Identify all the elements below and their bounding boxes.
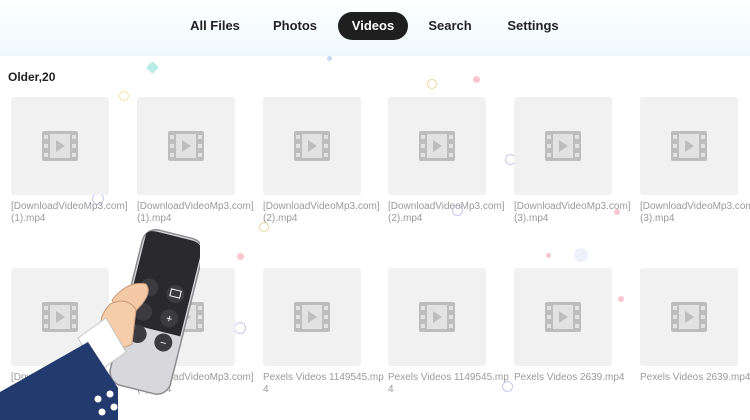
tab-videos[interactable]: Videos [338, 12, 408, 40]
video-thumbnail[interactable] [137, 97, 235, 195]
video-thumbnail[interactable] [640, 97, 738, 195]
tv-remote-icon: + − [0, 228, 204, 420]
decorative-dot [119, 91, 129, 101]
video-thumbnail[interactable] [388, 97, 486, 195]
tab-settings[interactable]: Settings [498, 12, 568, 40]
decorative-dot [234, 322, 246, 334]
video-filename: [DownloadVideoMp3.com] (2).mp4 [263, 201, 380, 224]
film-icon [294, 302, 330, 332]
video-filename: [DownloadVideoMp3.com] (3).mp4 [514, 201, 631, 224]
tab-bar: All Files Photos Videos Search Settings [0, 12, 750, 40]
video-filename: [DownloadVideoMp3.com] (3).mp4 [640, 201, 750, 224]
decorative-dot [427, 79, 437, 89]
video-thumbnail[interactable] [514, 97, 612, 195]
tab-search[interactable]: Search [420, 12, 480, 40]
video-filename: [DownloadVideoMp3.com] (2).mp4 [388, 201, 505, 224]
video-thumbnail[interactable] [514, 268, 612, 366]
decorative-dot [546, 253, 551, 258]
decorative-dot [618, 296, 624, 302]
decorative-dot [237, 253, 244, 260]
video-filename: [DownloadVideoMp3.com] (1).mp4 [11, 201, 128, 224]
section-title: Older,20 [8, 70, 56, 84]
film-icon [419, 131, 455, 161]
decorative-dot [327, 56, 332, 61]
decorative-dot [146, 61, 159, 74]
video-thumbnail[interactable] [11, 97, 109, 195]
video-filename: Pexels Videos 1149545.mp4 [388, 372, 509, 395]
top-navigation-bar: All Files Photos Videos Search Settings [0, 0, 750, 56]
film-icon [671, 302, 707, 332]
video-thumbnail[interactable] [640, 268, 738, 366]
decorative-dot [473, 76, 480, 83]
video-filename: Pexels Videos 2639.mp4 [514, 372, 625, 383]
film-icon [42, 131, 78, 161]
video-thumbnail[interactable] [263, 268, 361, 366]
tab-photos[interactable]: Photos [265, 12, 325, 40]
tab-all-files[interactable]: All Files [180, 12, 250, 40]
decorative-dot [574, 248, 588, 262]
film-icon [545, 131, 581, 161]
film-icon [168, 131, 204, 161]
video-filename: [DownloadVideoMp3.com] (1).mp4 [137, 201, 254, 224]
film-icon [671, 131, 707, 161]
film-icon [419, 302, 455, 332]
film-icon [545, 302, 581, 332]
video-thumbnail[interactable] [388, 268, 486, 366]
video-filename: Pexels Videos 2639.mp4 [640, 372, 750, 383]
video-thumbnail[interactable] [263, 97, 361, 195]
video-filename: Pexels Videos 1149545.mp4 [263, 372, 384, 395]
film-icon [294, 131, 330, 161]
